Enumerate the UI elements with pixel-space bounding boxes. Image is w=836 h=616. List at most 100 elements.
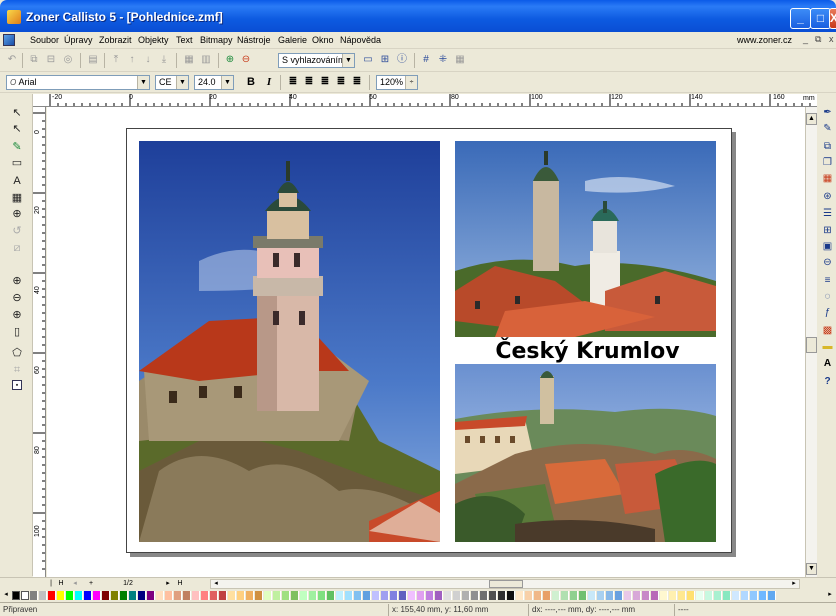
text-icon[interactable]: A	[821, 357, 834, 370]
font-select[interactable]: O Arial ▼	[6, 75, 150, 90]
color-swatch[interactable]	[543, 591, 551, 600]
scroll-right-button[interactable]: ▸	[789, 579, 799, 589]
color-swatch[interactable]	[507, 591, 515, 600]
color-palette[interactable]: ◂ ▸	[0, 589, 836, 602]
color-swatch[interactable]	[588, 591, 596, 600]
guides-icon[interactable]: #	[420, 54, 432, 66]
color-swatch[interactable]	[723, 591, 731, 600]
color-swatch[interactable]	[579, 591, 587, 600]
menu-napoveda[interactable]: Nápověda	[340, 35, 381, 45]
color-swatch[interactable]	[147, 591, 155, 600]
color-swatch[interactable]	[165, 591, 173, 600]
color-swatch[interactable]	[327, 591, 335, 600]
color-swatch[interactable]	[597, 591, 605, 600]
align-right-icon[interactable]: ≣	[318, 75, 332, 89]
first-page-button-label[interactable]: H	[56, 579, 66, 589]
color-swatch[interactable]	[660, 591, 668, 600]
color-swatch[interactable]	[12, 591, 20, 600]
color-swatch[interactable]	[282, 591, 290, 600]
zoom-selection-icon[interactable]: ⌗	[10, 363, 24, 377]
color-swatch[interactable]	[687, 591, 695, 600]
zoom-fit-icon[interactable]: ⊕	[10, 308, 24, 322]
color-swatch[interactable]	[228, 591, 236, 600]
hierarchy-icon[interactable]: ⊞	[821, 224, 834, 237]
color-swatch[interactable]	[741, 591, 749, 600]
menu-zobrazit[interactable]: Zobrazit	[99, 35, 132, 45]
transform-icon[interactable]: ⧄	[10, 241, 24, 255]
ungroup-icon[interactable]: ⊟	[45, 54, 57, 66]
color-swatch[interactable]	[84, 591, 92, 600]
color-swatch[interactable]	[75, 591, 83, 600]
spinner-icon[interactable]: ÷	[405, 76, 417, 89]
menu-okno[interactable]: Okno	[312, 35, 334, 45]
grid-icon[interactable]: ▦	[454, 54, 466, 66]
color-swatch[interactable]	[705, 591, 713, 600]
add-page-button[interactable]: +	[86, 579, 96, 589]
color-swatch[interactable]	[21, 591, 29, 600]
justify-icon[interactable]: ≣	[334, 75, 348, 89]
color-swatch[interactable]	[39, 591, 47, 600]
color-swatch[interactable]	[201, 591, 209, 600]
lock-icon[interactable]: ▤	[87, 54, 99, 66]
forward-icon[interactable]: ↑	[126, 54, 138, 66]
color-swatch[interactable]	[363, 591, 371, 600]
color-swatch[interactable]	[237, 591, 245, 600]
zoom-page-icon[interactable]: ▯	[10, 325, 24, 339]
postcard-page[interactable]: Český Krumlov	[126, 128, 732, 553]
vertical-scrollbar[interactable]: ▲ ▼	[805, 107, 817, 577]
color-swatch[interactable]	[273, 591, 281, 600]
lines-icon[interactable]: ≡	[821, 274, 834, 287]
align-center-icon[interactable]: ≣	[302, 75, 316, 89]
color-swatch[interactable]	[417, 591, 425, 600]
table-icon[interactable]: ▦	[10, 191, 24, 205]
menu-bitmapy[interactable]: Bitmapy	[200, 35, 233, 45]
grid-view-icon[interactable]: ⊞	[379, 54, 391, 66]
title-bar[interactable]: Zoner Callisto 5 - [Pohlednice.zmf] _ □ …	[0, 0, 836, 32]
menu-galerie[interactable]: Galerie	[278, 35, 307, 45]
color-swatch[interactable]	[183, 591, 191, 600]
color-swatch[interactable]	[246, 591, 254, 600]
color-swatch[interactable]	[291, 591, 299, 600]
app-icon[interactable]	[7, 10, 21, 24]
scroll-down-button[interactable]: ▼	[806, 563, 817, 575]
color-swatch[interactable]	[192, 591, 200, 600]
color-swatch[interactable]	[48, 591, 56, 600]
color-swatch[interactable]	[453, 591, 461, 600]
color-swatch[interactable]	[300, 591, 308, 600]
color-swatch[interactable]	[570, 591, 578, 600]
chevron-down-icon[interactable]: ▼	[137, 76, 149, 89]
frame-icon[interactable]: ▣	[821, 240, 834, 253]
color-swatch[interactable]	[489, 591, 497, 600]
chevron-down-icon[interactable]: ▼	[176, 76, 188, 89]
contour-icon[interactable]: ◌	[821, 290, 834, 303]
color-swatch[interactable]	[408, 591, 416, 600]
line-spacing-spinner[interactable]: 120% ÷	[376, 75, 418, 90]
scroll-left-button[interactable]: ◂	[211, 579, 221, 589]
to-back-icon[interactable]: ⤓	[158, 54, 170, 66]
color-swatch[interactable]	[714, 591, 722, 600]
layers-icon[interactable]: ☰	[821, 207, 834, 220]
freehand-icon[interactable]: ✎	[10, 140, 24, 154]
color-swatch[interactable]	[633, 591, 641, 600]
color-swatch[interactable]	[390, 591, 398, 600]
color-swatch[interactable]	[471, 591, 479, 600]
castle-tower-photo[interactable]	[139, 141, 440, 542]
italic-button[interactable]: I	[262, 75, 276, 89]
color-swatch[interactable]	[372, 591, 380, 600]
color-swatch[interactable]	[129, 591, 137, 600]
color-swatch[interactable]	[651, 591, 659, 600]
to-front-icon[interactable]: ⤒	[110, 54, 122, 66]
snap-mode-select[interactable]: S vyhlazováním ▼	[278, 53, 355, 68]
shadow-icon[interactable]: ❐	[821, 156, 834, 169]
color-swatch[interactable]	[462, 591, 470, 600]
node-edit-icon[interactable]: ↖	[10, 122, 24, 136]
color-swatch[interactable]	[444, 591, 452, 600]
menu-objekty[interactable]: Objekty	[138, 35, 169, 45]
fullscreen-icon[interactable]: ▪	[12, 380, 22, 390]
color-swatch[interactable]	[210, 591, 218, 600]
horizontal-scrollbar[interactable]: ◂ ▸	[210, 579, 800, 589]
color-swatch[interactable]	[318, 591, 326, 600]
color-swatch[interactable]	[174, 591, 182, 600]
color-swatch[interactable]	[498, 591, 506, 600]
color-swatch[interactable]	[615, 591, 623, 600]
